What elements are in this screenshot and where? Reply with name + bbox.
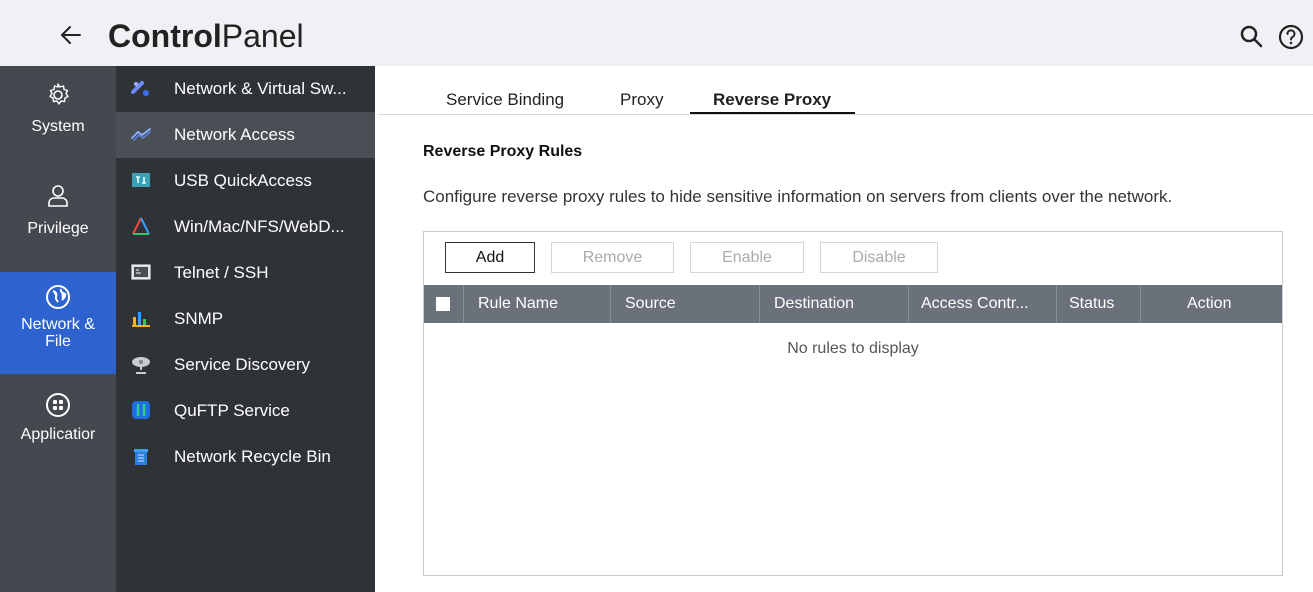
rail-label-system: System [31,118,85,135]
satellite-dish-icon [132,357,150,374]
submenu-label: Win/Mac/NFS/WebD... [174,217,345,236]
rail-label-privilege: Privilege [27,220,89,237]
user-icon [48,185,68,207]
section-description: Configure reverse proxy rules to hide se… [423,187,1173,206]
search-icon [1240,25,1263,48]
submenu-label: Network & Virtual Sw... [174,79,347,98]
help-icon [1278,24,1304,50]
tab-reverse-proxy[interactable]: Reverse Proxy [713,90,831,110]
search-button[interactable] [1238,23,1266,51]
add-button[interactable]: Add [445,242,535,273]
submenu: Network & Virtual Sw... Network Access U… [116,66,375,592]
submenu-item-network-virtual-switch[interactable]: Network & Virtual Sw... [116,66,375,112]
app-header: ControlPanel [0,0,1313,66]
ftp-icon [132,401,150,419]
submenu-item-snmp[interactable]: SNMP [116,296,375,342]
recycle-bin-icon [134,449,148,465]
column-header-source[interactable]: Source [625,285,676,323]
tab-proxy[interactable]: Proxy [620,90,663,110]
enable-button[interactable]: Enable [690,242,804,273]
back-button[interactable] [58,22,88,52]
column-divider [610,285,611,323]
remove-button[interactable]: Remove [551,242,674,273]
column-header-action[interactable]: Action [1187,285,1231,323]
arrow-left-icon [61,26,81,44]
disable-button[interactable]: Disable [820,242,938,273]
app-title: ControlPanel [108,18,304,54]
category-rail: System Privilege Network & File Applicat… [0,66,116,592]
submenu-item-network-access[interactable]: Network Access [116,112,375,158]
submenu-item-service-discovery[interactable]: Service Discovery [116,342,375,388]
rules-panel: Add Remove Enable Disable Rule Name Sour… [423,231,1283,576]
column-header-rule-name[interactable]: Rule Name [478,285,558,323]
usb-icon [132,173,150,187]
help-button[interactable] [1277,23,1305,51]
gear-icon [49,83,69,105]
table-header: Rule Name Source Destination Access Cont… [424,285,1282,323]
column-header-access-control[interactable]: Access Contr... [921,285,1029,323]
submenu-item-telnet-ssh[interactable]: Telnet / SSH [116,250,375,296]
rail-item-applications[interactable]: Applicatior [0,392,116,470]
submenu-item-usb-quickaccess[interactable]: USB QuickAccess [116,158,375,204]
rail-item-privilege[interactable]: Privilege [0,182,116,260]
terminal-icon [131,264,151,280]
submenu-label: Service Discovery [174,355,311,374]
empty-table-message: No rules to display [787,340,919,357]
submenu-label: QuFTP Service [174,401,290,420]
network-switch-icon [131,81,149,96]
column-header-destination[interactable]: Destination [774,285,854,323]
globe-icon [46,285,70,309]
apps-grid-icon [46,393,70,417]
submenu-label: SNMP [174,309,224,328]
submenu-label: Network Access [174,125,295,144]
column-divider [463,285,464,323]
rail-label-network-file: Network & File [21,316,95,350]
column-divider [1140,285,1141,323]
rail-item-network-file[interactable]: Network & File [0,272,116,374]
column-divider [1056,285,1057,323]
snmp-icon [132,312,150,327]
section-title: Reverse Proxy Rules [423,143,583,160]
network-access-icon [131,128,151,141]
submenu-item-win-mac-nfs[interactable]: Win/Mac/NFS/WebD... [116,204,375,250]
column-divider [759,285,760,323]
column-divider [908,285,909,323]
column-header-status[interactable]: Status [1069,285,1114,323]
submenu-label: Telnet / SSH [174,263,269,282]
rail-item-system[interactable]: System [0,82,116,160]
submenu-item-network-recycle-bin[interactable]: Network Recycle Bin [116,434,375,480]
select-all-checkbox[interactable] [436,297,450,311]
submenu-item-quftp[interactable]: QuFTP Service [116,388,375,434]
rail-label-applications: Applicatior [20,426,96,443]
submenu-label: Network Recycle Bin [174,447,331,466]
tab-service-binding[interactable]: Service Binding [446,90,564,110]
file-services-icon [132,217,150,235]
submenu-label: USB QuickAccess [174,171,312,190]
tab-divider [378,114,1313,115]
